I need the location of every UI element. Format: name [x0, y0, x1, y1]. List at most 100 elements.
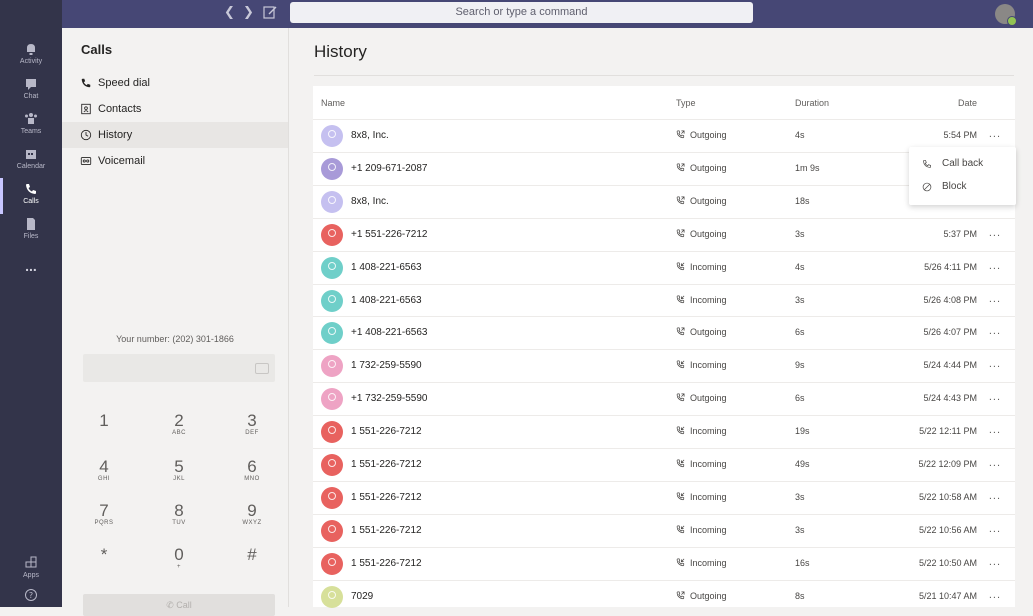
table-row[interactable]: 1 551-226-7212 Incoming 3s 5/22 10:58 AM...	[313, 480, 1015, 514]
table-row[interactable]: 1 551-226-7212 Incoming 16s 5/22 10:50 AM..…	[313, 546, 1015, 580]
backspace-icon[interactable]	[255, 363, 269, 374]
table-row[interactable]: 1 551-226-7212 Incoming 19s 5/22 12:11 PM..…	[313, 415, 1015, 448]
avatar	[321, 519, 343, 542]
column-header-name[interactable]: Name	[321, 98, 345, 108]
more-options-icon[interactable]: ...	[989, 260, 1001, 272]
more-options-icon[interactable]: ...	[989, 358, 1001, 370]
table-row[interactable]: 1 408-221-6563 Incoming 3s 5/26 4:08 PM...	[313, 283, 1015, 317]
compose-icon[interactable]	[262, 4, 278, 20]
rail-item-label: Calendar	[16, 163, 46, 170]
svg-text:?: ?	[29, 591, 33, 600]
call-type-label: Incoming	[690, 557, 727, 568]
call-date: 5/26 4:08 PM	[923, 294, 977, 305]
block-menu-item[interactable]: Block	[909, 176, 1016, 198]
column-header-duration[interactable]: Duration	[795, 98, 829, 108]
call-type-label: Outgoing	[690, 327, 727, 338]
call-back-menu-item[interactable]: Call back	[909, 153, 1016, 175]
call-type: Outgoing	[676, 196, 727, 206]
dial-key-4[interactable]: 4 GHI	[74, 458, 134, 483]
dial-key-hash[interactable]: #	[222, 546, 282, 564]
nav-item-history[interactable]: History	[62, 122, 288, 148]
dial-input[interactable]	[83, 354, 275, 382]
call-date: 5/22 10:56 AM	[918, 524, 977, 535]
file-icon	[27, 218, 35, 230]
call-type: Incoming	[676, 525, 727, 535]
call-button-label: Call	[176, 600, 192, 610]
menu-item-label: Call back	[942, 158, 984, 169]
nav-item-speed-dial[interactable]: Speed dial	[62, 70, 288, 96]
dial-key-9[interactable]: 9 WXYZ	[222, 502, 282, 527]
back-arrow-icon[interactable]: ❮	[224, 4, 235, 20]
caller-name: 1 408-221-6563	[351, 261, 422, 273]
table-row[interactable]: 1 551-226-7212 Incoming 49s 5/22 12:09 PM..…	[313, 448, 1015, 481]
avatar	[321, 585, 343, 608]
avatar[interactable]	[995, 4, 1017, 26]
more-options-icon[interactable]: ...	[989, 490, 1001, 502]
history-view: History Name Type Duration Date 8x8, Inc…	[289, 28, 1033, 608]
caller-name: 1 551-226-7212	[351, 524, 422, 536]
call-type: Outgoing	[676, 130, 727, 140]
call-type-label: Incoming	[690, 524, 727, 535]
avatar	[321, 552, 343, 575]
more-options-icon[interactable]: ...	[989, 457, 1001, 469]
more-options-icon[interactable]: ...	[989, 424, 1001, 436]
dial-key-star[interactable]: *	[74, 546, 134, 564]
table-row[interactable]: +1 551-226-7212 Outgoing 3s 5:37 PM...	[313, 217, 1015, 251]
avatar	[321, 355, 343, 378]
nav-item-contacts[interactable]: Contacts	[62, 96, 288, 122]
avatar	[321, 223, 343, 246]
call-date: 5/21 10:47 AM	[918, 590, 977, 601]
dial-key-3[interactable]: 3 DEF	[222, 412, 282, 437]
call-button[interactable]: ✆ Call	[83, 594, 275, 616]
call-date: 5/24 4:44 PM	[923, 360, 977, 371]
table-row[interactable]: 1 408-221-6563 Incoming 4s 5/26 4:11 PM...	[313, 250, 1015, 284]
more-options-icon[interactable]: ...	[989, 556, 1001, 568]
phone-icon: ✆	[166, 600, 174, 610]
table-row[interactable]: +1 408-221-6563 Outgoing 6s 5/26 4:07 PM...	[313, 316, 1015, 349]
table-row[interactable]: +1 732-259-5590 Outgoing 6s 5/24 4:43 PM...	[313, 382, 1015, 415]
more-options-icon[interactable]: ...	[989, 391, 1001, 403]
dial-key-2[interactable]: 2 ABC	[149, 412, 209, 437]
caller-name: 1 551-226-7212	[351, 557, 422, 569]
calendar-icon	[26, 150, 36, 159]
more-options-icon[interactable]: ...	[989, 227, 1001, 239]
incoming-call-icon	[676, 360, 685, 369]
more-apps-icon[interactable]: ...	[0, 258, 62, 282]
more-options-icon[interactable]: ...	[989, 325, 1001, 337]
outgoing-call-icon	[676, 130, 685, 139]
table-row[interactable]: 7029 Outgoing 8s 5/21 10:47 AM...	[313, 579, 1015, 613]
dial-key-6[interactable]: 6 MNO	[222, 458, 282, 483]
dial-key-8[interactable]: 8 TUV	[149, 502, 209, 527]
incoming-call-icon	[676, 262, 685, 270]
dial-key-0[interactable]: 0 +	[149, 546, 209, 571]
phone-icon	[923, 160, 931, 168]
rail-item-help[interactable]: ?	[0, 584, 62, 606]
call-duration: 6s	[795, 393, 805, 404]
more-options-icon[interactable]: ...	[989, 589, 1001, 601]
column-header-type[interactable]: Type	[676, 98, 696, 108]
avatar	[321, 125, 343, 147]
rail-item-files[interactable]: Files	[0, 209, 62, 255]
more-options-icon[interactable]: ...	[989, 293, 1001, 305]
call-duration: 3s	[795, 228, 805, 239]
call-duration: 4s	[795, 130, 805, 140]
outgoing-call-icon	[676, 591, 685, 599]
more-options-icon[interactable]: ...	[989, 128, 1001, 140]
forward-arrow-icon[interactable]: ❯	[243, 4, 254, 20]
call-type: Incoming	[676, 558, 727, 568]
table-row[interactable]: 1 732-259-5590 Incoming 9s 5/24 4:44 PM...	[313, 349, 1015, 382]
caller-name: +1 408-221-6563	[351, 327, 428, 339]
dial-key-7[interactable]: 7 PQRS	[74, 502, 134, 527]
table-row[interactable]: 1 551-226-7212 Incoming 3s 5/22 10:56 AM...	[313, 513, 1015, 547]
phone-icon	[81, 78, 91, 88]
more-options-icon[interactable]: ...	[989, 523, 1001, 535]
search-input[interactable]: Search or type a command	[290, 2, 753, 23]
nav-item-voicemail[interactable]: Voicemail	[62, 148, 288, 174]
dial-key-5[interactable]: 5 JKL	[149, 458, 209, 483]
your-number-label: Your number: (202) 301-1866	[116, 334, 234, 344]
column-header-date[interactable]: Date	[958, 98, 977, 108]
call-type-label: Incoming	[690, 360, 727, 371]
call-type: Incoming	[676, 295, 727, 305]
dial-key-1[interactable]: 1	[74, 412, 134, 430]
rail-item-label: Activity	[19, 58, 43, 65]
